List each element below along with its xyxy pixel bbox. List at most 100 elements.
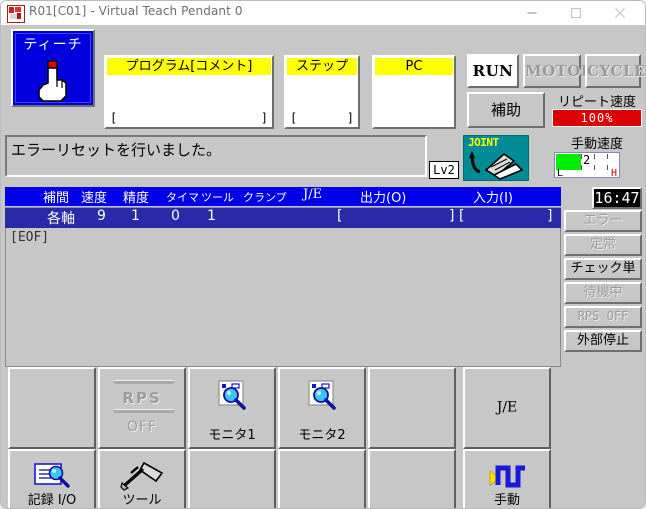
program-list-area[interactable]: [EOF] (5, 228, 561, 367)
td-timer: 0 (171, 208, 180, 224)
manual-signal-line1: 手動 (493, 493, 520, 508)
status-rps-off: RPS OFF (564, 306, 642, 328)
teach-mode-button[interactable]: ティーチ (11, 29, 95, 107)
step-open-bracket: [ (290, 111, 298, 125)
step-field-caption: ステップ (287, 58, 357, 75)
td-interpolation: 各軸 (47, 211, 75, 227)
program-field-value: [ ] (110, 111, 268, 125)
program-table-header: 補間 速度 精度 タイマ ツール クランプ J/E 出力(O) 入力(I) (5, 187, 561, 206)
minimize-button[interactable] (511, 1, 553, 25)
step-field-value: [ ] (290, 111, 354, 125)
softkey-grid: 記録 I/O モニタ RPS OFF (8, 367, 640, 508)
td-tool: 1 (207, 208, 216, 224)
softkey-column-2: RPS OFF ツール 1 (98, 367, 186, 508)
td-accuracy: 1 (131, 208, 140, 224)
softkey-manual-signal-output[interactable]: 手動 信号出力 (463, 449, 551, 508)
softkey-monitor-1[interactable]: モニタ1 (188, 367, 276, 449)
th-timer: タイマ (166, 191, 199, 204)
window-title: R01[C01] - Virtual Teach Pendant 0 (29, 4, 243, 18)
record-io-line1: 記録 I/O (27, 493, 77, 508)
th-tool: ツール (201, 191, 234, 204)
softkey-blank-1-top[interactable] (8, 367, 96, 449)
th-speed: 速度 (81, 191, 108, 206)
window-magnifier-icon (304, 379, 340, 415)
title-bar: R01[C01] - Virtual Teach Pendant 0 (1, 1, 645, 26)
step-close-bracket: ] (346, 111, 354, 125)
joint-coordinate-icon[interactable]: JOINT (463, 135, 529, 181)
run-indicator-button[interactable]: RUN (467, 54, 519, 88)
softkey-tool-1[interactable]: ツール 1 (98, 449, 186, 508)
manual-speed-gauge[interactable]: 2 L H (554, 152, 620, 179)
manual-speed-label: 手動速度 (570, 137, 623, 152)
message-level-badge[interactable]: Lv2 (429, 161, 459, 179)
softkey-monitor-2[interactable]: モニタ2 (278, 367, 366, 449)
softkey-monitor-1-label: モニタ1 (208, 428, 256, 443)
th-interpolation: 補間 (43, 191, 70, 206)
status-external-stop: 外部停止 (564, 330, 642, 352)
status-check-single: チェック単一 (564, 258, 642, 293)
td-output-open: [ (337, 208, 343, 224)
softkey-column-3: モニタ1 (188, 367, 276, 508)
th-je: J/E (303, 187, 323, 202)
hand-pointer-icon (34, 59, 72, 107)
softkey-rps-off[interactable]: RPS OFF (98, 367, 186, 449)
step-field[interactable]: ステップ [ ] (284, 55, 360, 129)
td-output-close: ] (449, 208, 455, 224)
tool-wrench-icon (118, 461, 166, 495)
th-output: 出力(O) (360, 191, 407, 206)
signal-waveform-icon (484, 461, 530, 495)
manual-speed-value: 2 (583, 153, 591, 167)
softkey-monitor-2-label: モニタ2 (298, 428, 346, 443)
teach-mode-label: ティーチ (23, 37, 83, 53)
cycle-indicator-button[interactable]: CYCLE (585, 54, 645, 88)
softkey-blank-3-bottom[interactable] (188, 449, 276, 508)
program-field-caption: プログラム[コメント] (107, 58, 271, 75)
virtual-teach-pendant-window: R01[C01] - Virtual Teach Pendant 0 ティーチ (0, 0, 646, 509)
eof-marker: [EOF] (10, 230, 50, 245)
program-comment-field[interactable]: プログラム[コメント] [ ] (104, 55, 274, 129)
softkey-blank-5-bottom[interactable] (368, 449, 456, 508)
close-button[interactable] (599, 1, 641, 25)
status-steady: 定常 (564, 234, 642, 256)
manual-speed-high-label: H (610, 168, 617, 179)
program-close-bracket: ] (260, 111, 268, 125)
softkey-je[interactable]: J/E (463, 367, 551, 449)
motor-indicator-button[interactable]: MOTOR (523, 54, 593, 88)
td-input-close: ] (547, 208, 553, 224)
softkey-record-io-monitor-label: 記録 I/O モニタ (10, 493, 94, 508)
pc-field[interactable]: PC (372, 55, 456, 129)
maximize-button[interactable] (555, 1, 597, 25)
softkey-column-1: 記録 I/O モニタ (8, 367, 96, 508)
message-bar: エラーリセットを行いました。 (5, 135, 427, 177)
softkey-je-label: J/E (496, 399, 518, 416)
softkey-rps-sub: OFF (126, 419, 158, 435)
softkey-blank-4-bottom[interactable] (278, 449, 366, 508)
td-speed: 9 (97, 208, 106, 224)
manual-speed-low-label: L (557, 168, 564, 179)
app-icon (7, 5, 25, 23)
th-clamp: クランプ (243, 191, 287, 204)
td-input-open: [ (459, 208, 465, 224)
softkey-column-6: J/E 手動 信号出力 (463, 367, 551, 508)
th-input: 入力(I) (473, 191, 513, 206)
softkey-record-io-monitor[interactable]: 記録 I/O モニタ (8, 449, 96, 508)
softkey-column-5 (368, 367, 456, 508)
status-waiting: 待機中 (564, 282, 642, 304)
pc-field-value (378, 111, 450, 125)
tool-line1: ツール (122, 493, 162, 508)
softkey-rps-label: RPS (122, 389, 162, 407)
pc-field-caption: PC (375, 58, 453, 75)
softkey-manual-signal-output-label: 手動 信号出力 (465, 493, 549, 508)
repeat-speed-label: リピート速度 (557, 95, 636, 110)
table-row[interactable]: 各軸 9 1 0 1 [ ] [ ] (5, 207, 561, 228)
softkey-column-4: モニタ2 (278, 367, 366, 508)
clock-display: 16:47 (592, 187, 642, 209)
repeat-speed-value: 100% (552, 109, 642, 127)
softkey-tool-1-label: ツール 1 (100, 493, 184, 508)
softkey-blank-5-top[interactable] (368, 367, 456, 449)
window-magnifier-icon (214, 379, 250, 415)
message-text: エラーリセットを行いました。 (11, 141, 222, 159)
pendant-surface: ティーチ プログラム[コメント] [ ] ステップ [ ] PC RUN MOT… (1, 25, 645, 508)
status-error: エラー (564, 210, 642, 232)
aux-button[interactable]: 補助 (467, 92, 545, 128)
